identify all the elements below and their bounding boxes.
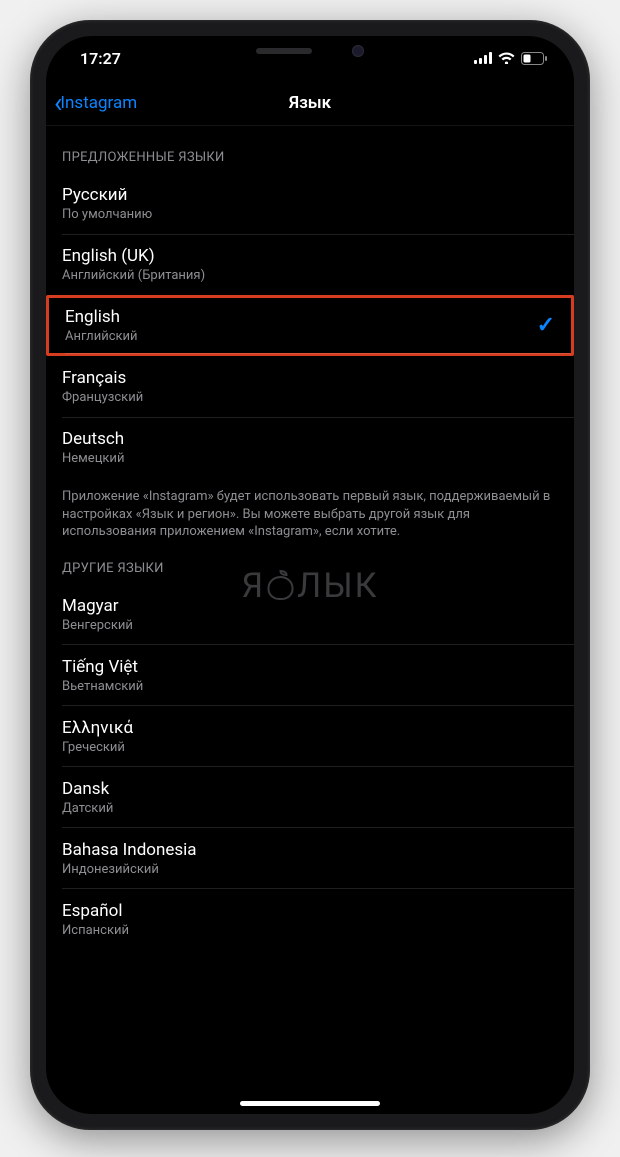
language-subtitle: Французский	[62, 390, 143, 405]
section-header-suggested: ПРЕДЛОЖЕННЫЕ ЯЗЫКИ	[46, 126, 574, 173]
status-time: 17:27	[80, 49, 121, 68]
language-subtitle: По умолчанию	[62, 207, 152, 222]
notch	[205, 36, 415, 66]
language-title: Español	[62, 901, 129, 921]
language-row-magyar[interactable]: Magyar Венгерский	[46, 584, 574, 645]
language-subtitle: Венгерский	[62, 618, 133, 633]
language-row-dansk[interactable]: Dansk Датский	[46, 767, 574, 828]
speaker-grille	[256, 48, 312, 54]
language-title: Dansk	[62, 779, 113, 799]
language-subtitle: Датский	[62, 801, 113, 816]
language-row-tieng-viet[interactable]: Tiếng Việt Вьетнамский	[46, 645, 574, 706]
language-row-espanol[interactable]: Español Испанский	[46, 889, 574, 950]
language-row-francais[interactable]: Français Французский	[46, 356, 574, 417]
language-title: English	[65, 307, 138, 327]
nav-bar: ‹ Instagram Язык	[46, 80, 574, 126]
checkmark-icon: ✓	[537, 313, 555, 338]
suggested-language-list: Русский По умолчанию English (UK) Англий…	[46, 173, 574, 478]
language-subtitle: Английский	[65, 329, 138, 344]
language-title: Ελληνικά	[62, 718, 133, 738]
battery-icon	[521, 52, 548, 65]
section-header-other: ДРУГИЕ ЯЗЫКИ	[46, 545, 574, 584]
language-title: Русский	[62, 185, 152, 205]
back-button[interactable]: ‹ Instagram	[54, 89, 137, 117]
language-subtitle: Индонезийский	[62, 862, 197, 877]
language-title: Deutsch	[62, 429, 124, 449]
language-subtitle: Испанский	[62, 923, 129, 938]
language-subtitle: Немецкий	[62, 451, 124, 466]
phone-frame: 17:27 ‹ Instagram Язык ПРЕДЛОЖЕННЫЕ	[30, 20, 590, 1130]
language-title: English (UK)	[62, 246, 205, 266]
home-indicator[interactable]	[240, 1101, 380, 1106]
back-label: Instagram	[60, 93, 137, 113]
page-title: Язык	[289, 93, 331, 113]
content[interactable]: ПРЕДЛОЖЕННЫЕ ЯЗЫКИ Русский По умолчанию …	[46, 126, 574, 1114]
other-language-list: Magyar Венгерский Tiếng Việt Вьетнамский…	[46, 584, 574, 950]
language-row-greek[interactable]: Ελληνικά Греческий	[46, 706, 574, 767]
language-subtitle: Греческий	[62, 740, 133, 755]
language-subtitle: Английский (Британия)	[62, 268, 205, 283]
language-title: Tiếng Việt	[62, 657, 143, 677]
status-right	[474, 52, 548, 65]
language-title: Bahasa Indonesia	[62, 840, 197, 860]
screen: 17:27 ‹ Instagram Язык ПРЕДЛОЖЕННЫЕ	[46, 36, 574, 1114]
language-row-english[interactable]: English Английский ✓	[46, 295, 574, 356]
language-row-deutsch[interactable]: Deutsch Немецкий	[46, 417, 574, 478]
language-subtitle: Вьетнамский	[62, 679, 143, 694]
language-row-english-uk[interactable]: English (UK) Английский (Британия)	[46, 234, 574, 295]
wifi-icon	[498, 52, 515, 64]
language-row-russian[interactable]: Русский По умолчанию	[46, 173, 574, 234]
language-title: Magyar	[62, 596, 133, 616]
language-row-bahasa-indonesia[interactable]: Bahasa Indonesia Индонезийский	[46, 828, 574, 889]
cellular-signal-icon	[474, 52, 492, 64]
language-title: Français	[62, 368, 143, 388]
section-footer-suggested: Приложение «Instagram» будет использоват…	[46, 478, 574, 545]
front-camera	[352, 45, 364, 57]
